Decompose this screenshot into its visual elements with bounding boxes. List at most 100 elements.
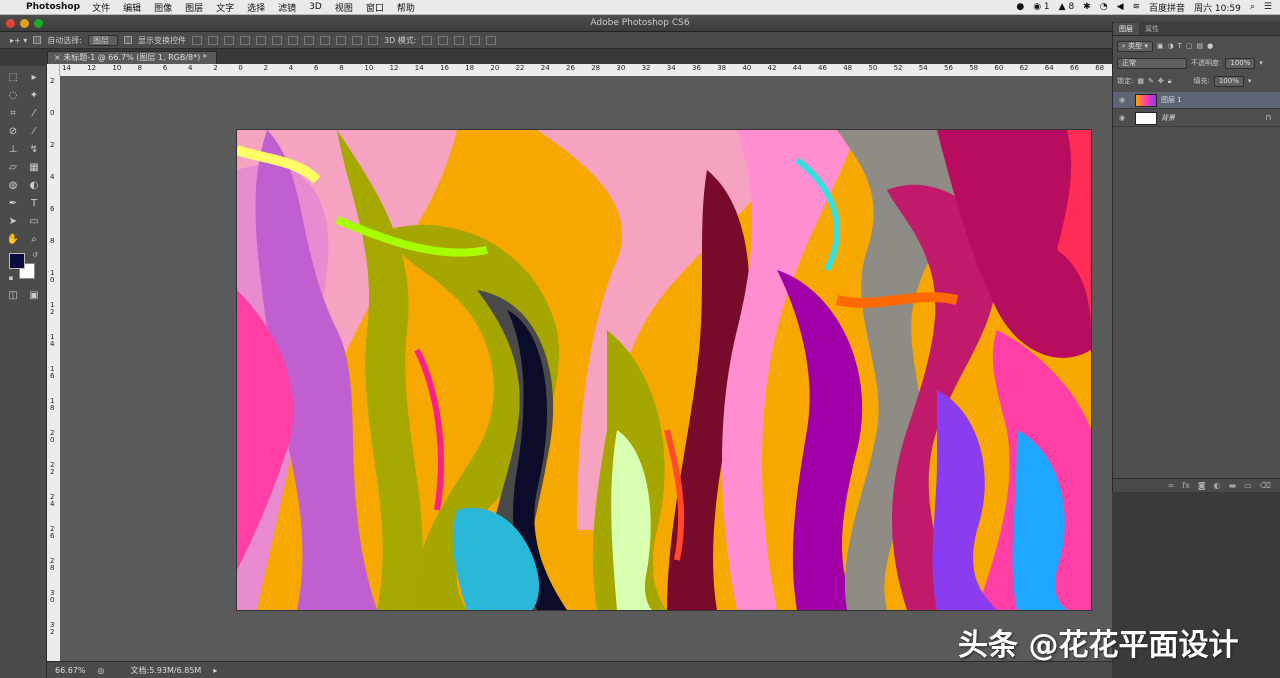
- distribute-vcenter-icon[interactable]: [303, 35, 314, 45]
- move-tool-icon[interactable]: ▸: [25, 70, 43, 86]
- zoom-icon[interactable]: [34, 19, 43, 28]
- fill-field[interactable]: 100%: [1213, 75, 1244, 87]
- menu-3d[interactable]: 3D: [309, 2, 322, 12]
- lasso-tool-icon[interactable]: ◌: [4, 88, 22, 104]
- 3d-pan-icon[interactable]: [454, 35, 465, 45]
- lock-position-icon[interactable]: ✥: [1158, 77, 1164, 85]
- document-info[interactable]: 文档:5.93M/6.85M: [131, 665, 202, 676]
- adjustment-layer-icon[interactable]: ◐: [1214, 481, 1221, 490]
- delete-layer-icon[interactable]: ⌫: [1260, 481, 1271, 490]
- align-hcenter-icon[interactable]: [255, 35, 266, 45]
- menu-help[interactable]: 帮助: [397, 1, 415, 14]
- filter-shape-icon[interactable]: ▢: [1186, 42, 1193, 50]
- adobe-icon[interactable]: ▲ 8: [1059, 2, 1075, 12]
- document-canvas[interactable]: [237, 130, 1091, 610]
- align-left-icon[interactable]: [239, 35, 250, 45]
- new-layer-icon[interactable]: ▭: [1244, 481, 1252, 490]
- screen-mode-icon[interactable]: ▣: [25, 288, 43, 304]
- app-menu[interactable]: Photoshop: [26, 2, 80, 12]
- menu-file[interactable]: 文件: [92, 1, 110, 14]
- distribute-bottom-icon[interactable]: [319, 35, 330, 45]
- menu-filter[interactable]: 滤镜: [278, 1, 296, 14]
- hand-tool-icon[interactable]: ✋: [4, 232, 22, 248]
- opacity-field[interactable]: 100%: [1225, 57, 1256, 69]
- tab-properties[interactable]: 属性: [1139, 23, 1165, 35]
- path-selection-tool-icon[interactable]: ➤: [4, 214, 22, 230]
- bluetooth-icon[interactable]: ✱: [1083, 2, 1091, 12]
- wechat-icon[interactable]: ◉ 1: [1033, 2, 1049, 12]
- 3d-scale-icon[interactable]: [486, 35, 497, 45]
- clock[interactable]: 周六 10:59: [1194, 1, 1241, 14]
- swap-colors-icon[interactable]: ↺: [26, 247, 44, 263]
- lock-transparent-icon[interactable]: ▦: [1137, 77, 1144, 85]
- menu-window[interactable]: 窗口: [366, 1, 384, 14]
- new-group-icon[interactable]: ▬: [1229, 481, 1237, 490]
- layer-row-background[interactable]: ◉ 背景 ⊓: [1113, 110, 1280, 127]
- align-top-icon[interactable]: [191, 35, 202, 45]
- link-layers-icon[interactable]: ∞: [1168, 481, 1175, 490]
- menu-select[interactable]: 选择: [247, 1, 265, 14]
- show-transform-checkbox[interactable]: [123, 36, 132, 44]
- auto-select-dropdown[interactable]: 图层: [87, 34, 118, 46]
- blend-mode-dropdown[interactable]: 正常: [1117, 57, 1187, 69]
- opacity-dropdown-icon[interactable]: ▾: [1259, 59, 1263, 67]
- pen-tool-icon[interactable]: ✒: [4, 196, 22, 212]
- layer-filter-dropdown[interactable]: ⌕ 类型 ▾: [1117, 40, 1153, 52]
- menu-type[interactable]: 文字: [216, 1, 234, 14]
- brush-tool-icon[interactable]: ⁄: [25, 124, 43, 140]
- vertical-ruler[interactable]: 2 0 2 4 6 8 1 0 1 2 1 4 1 6 1 8 2 0 2 2 2 4 2 6 2 8 3 0 3…: [47, 76, 60, 661]
- input-method[interactable]: 百度拼音: [1149, 1, 1185, 14]
- zoom-menu-icon[interactable]: ◎: [98, 666, 105, 675]
- zoom-level[interactable]: 66.67%: [55, 666, 86, 675]
- menu-edit[interactable]: 编辑: [123, 1, 141, 14]
- ruler-origin[interactable]: [47, 64, 60, 76]
- layer-row-layer1[interactable]: ◉ 图层 1: [1113, 92, 1280, 109]
- filter-adjust-icon[interactable]: ◑: [1168, 42, 1174, 50]
- menu-view[interactable]: 视图: [335, 1, 353, 14]
- horizontal-ruler[interactable]: 14 12 10 8 6 4 2 0 2 4 6 8 10 12 14 16 18 20 22 24 26 28 30 32 3…: [60, 64, 1112, 76]
- qq-icon[interactable]: ●: [1016, 2, 1024, 12]
- eraser-tool-icon[interactable]: ▱: [4, 160, 22, 176]
- volume-icon[interactable]: ◀: [1117, 2, 1124, 12]
- distribute-hcenter-icon[interactable]: [351, 35, 362, 45]
- history-brush-tool-icon[interactable]: ↯: [25, 142, 43, 158]
- tab-close-icon[interactable]: ×: [54, 53, 61, 62]
- move-tool-preset-icon[interactable]: ▸+ ▾: [10, 36, 27, 45]
- add-mask-icon[interactable]: ◙: [1198, 481, 1206, 490]
- align-right-icon[interactable]: [271, 35, 282, 45]
- auto-select-checkbox[interactable]: [33, 36, 42, 44]
- align-bottom-icon[interactable]: [223, 35, 234, 45]
- healing-brush-tool-icon[interactable]: ⊘: [4, 124, 22, 140]
- quick-mask-icon[interactable]: ◫: [4, 288, 22, 304]
- foreground-color-swatch[interactable]: [9, 253, 25, 269]
- 3d-slide-icon[interactable]: [470, 35, 481, 45]
- notification-center-icon[interactable]: ☰: [1264, 2, 1272, 12]
- marquee-tool-icon[interactable]: ⬚: [4, 70, 22, 86]
- 3d-roll-icon[interactable]: [438, 35, 449, 45]
- distribute-top-icon[interactable]: [287, 35, 298, 45]
- distribute-left-icon[interactable]: [335, 35, 346, 45]
- menu-image[interactable]: 图像: [154, 1, 172, 14]
- wifi-icon[interactable]: ≋: [1133, 2, 1141, 12]
- spotlight-icon[interactable]: ⌕: [1250, 2, 1255, 12]
- menu-layer[interactable]: 图层: [185, 1, 203, 14]
- filter-type-icon[interactable]: T: [1178, 42, 1182, 50]
- document-tab[interactable]: × 未标题-1 @ 66.7% (图层 1, RGB/8*) *: [47, 51, 217, 64]
- rectangle-tool-icon[interactable]: ▭: [25, 214, 43, 230]
- filter-pixel-icon[interactable]: ▣: [1157, 42, 1164, 50]
- zoom-tool-icon[interactable]: ⌕: [25, 232, 43, 248]
- eyedropper-tool-icon[interactable]: ⁄: [25, 106, 43, 122]
- 3d-rotate-icon[interactable]: [422, 35, 433, 45]
- magic-wand-tool-icon[interactable]: ✦: [25, 88, 43, 104]
- filter-smart-icon[interactable]: ▤: [1197, 42, 1204, 50]
- status-arrow-icon[interactable]: ▸: [213, 666, 217, 675]
- fill-dropdown-icon[interactable]: ▾: [1248, 77, 1252, 85]
- distribute-right-icon[interactable]: [367, 35, 378, 45]
- gradient-tool-icon[interactable]: ▦: [25, 160, 43, 176]
- type-tool-icon[interactable]: T: [25, 196, 43, 212]
- lock-pixels-icon[interactable]: ✎: [1148, 77, 1154, 85]
- tab-layers[interactable]: 图层: [1113, 23, 1139, 35]
- lock-all-icon[interactable]: 🔒︎: [1168, 77, 1172, 86]
- align-vcenter-icon[interactable]: [207, 35, 218, 45]
- layer-style-icon[interactable]: fx: [1182, 481, 1190, 490]
